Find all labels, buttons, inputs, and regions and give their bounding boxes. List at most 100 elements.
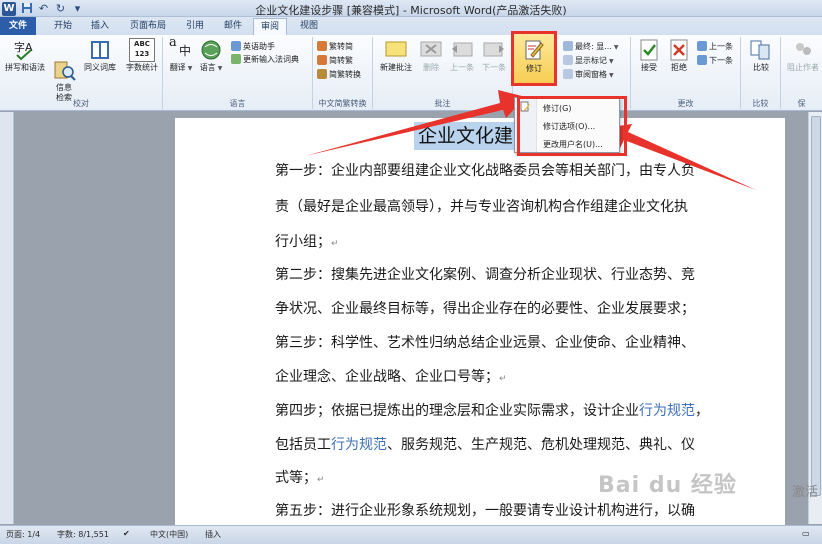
doc-paragraph[interactable]: 第二步：搜集先进企业文化案例、调查分析企业现状、行业态势、竞 [275, 264, 695, 284]
english-assistant-button[interactable]: 英语助手 [231, 41, 275, 53]
group-label-language: 语言 [229, 99, 246, 108]
next-change-icon [697, 55, 707, 65]
previous-comment-label: 上一条 [450, 63, 474, 72]
to-traditional-button[interactable]: 简转繁 [317, 55, 353, 67]
doc-paragraph[interactable]: 行小组；↵ [275, 231, 339, 251]
paragraph-mark: ↵ [499, 374, 507, 384]
delete-comment-label: 删除 [423, 63, 439, 72]
doc-paragraph[interactable]: 争状况、企业最终目标等，得出企业存在的必要性、企业发展要求； [275, 298, 695, 318]
language-button[interactable]: 语言 ▼ [197, 38, 225, 74]
to-simplified-button[interactable]: 繁转简 [317, 41, 353, 53]
thesaurus-label: 同义词库 [84, 63, 116, 72]
translate-button[interactable]: a 中 翻译 ▼ [167, 36, 195, 74]
reviewing-pane-button[interactable]: 审阅窗格 ▼ [563, 69, 614, 81]
activation-notice: 激活 [792, 485, 819, 500]
previous-comment-button[interactable]: 上一条 [447, 38, 477, 73]
thesaurus-button[interactable]: 同义词库 [80, 38, 120, 73]
group-label-comments: 批注 [434, 99, 451, 108]
window-title: 企业文化建设步骤 [兼容模式] - Microsoft Word(产品激活失败) [255, 4, 567, 17]
chevron-down-icon: ▼ [187, 65, 193, 72]
accept-button[interactable]: 接受 [635, 38, 663, 73]
tab-view[interactable]: 视图 [294, 18, 324, 35]
thesaurus-icon [88, 38, 112, 62]
accept-icon [637, 38, 661, 62]
doc-paragraph[interactable]: 责（最好是企业最高领导），并与专业咨询机构合作组建企业文化执 [275, 196, 688, 216]
group-language: a 中 翻译 ▼ 语言 ▼ 英语助手 更新输入法词典 语言 [163, 36, 313, 109]
doc-paragraph[interactable]: 企业理念、企业战略、企业口号等；↵ [275, 366, 507, 386]
reject-button[interactable]: 拒绝 [665, 38, 693, 73]
language-globe-icon [199, 38, 223, 62]
block-authors-label: 阻止作者 [787, 63, 819, 72]
status-page[interactable]: 页面: 1/4 [6, 529, 40, 540]
reject-label: 拒绝 [671, 63, 687, 72]
display-review-icon [563, 41, 573, 51]
convert-icon [317, 69, 327, 79]
status-word-count[interactable]: 字数: 8/1,551 [57, 529, 109, 540]
convert-button[interactable]: 简繁转换 [317, 69, 361, 81]
proofing-status-icon[interactable]: ✔ [123, 529, 130, 538]
group-chinese-conversion: 繁转简 简转繁 简繁转换 中文简繁转换 [313, 37, 373, 109]
status-insert-mode[interactable]: 插入 [205, 529, 221, 540]
annotation-box-menu [517, 96, 627, 156]
chevron-down-icon: ▼ [609, 58, 614, 65]
spelling-icon: 字A [13, 38, 37, 62]
group-label-protect: 保 [797, 99, 806, 108]
vertical-scrollbar[interactable] [808, 112, 822, 524]
chevron-down-icon: ▼ [613, 44, 619, 51]
underlined-term: 行为规范 [639, 403, 695, 419]
previous-change-button[interactable]: 上一条 [697, 41, 733, 53]
tab-insert[interactable]: 插入 [85, 18, 115, 35]
update-ime-icon [231, 54, 241, 64]
block-authors-button[interactable]: 阻止作者 [783, 38, 822, 73]
compare-label: 比较 [753, 63, 769, 72]
group-compare: 比较 比较 [741, 37, 781, 109]
group-label-compare: 比较 [752, 99, 769, 108]
scrollbar-thumb[interactable] [811, 116, 821, 496]
tab-references[interactable]: 引用 [180, 18, 210, 35]
compare-button[interactable]: 比较 [747, 38, 775, 73]
next-comment-button[interactable]: 下一条 [479, 38, 509, 73]
show-markup-button[interactable]: 显示标记 ▼ [563, 55, 614, 67]
group-comments: 新建批注 删除 上一条 下一条 批注 [373, 37, 513, 109]
ribbon: 字A 拼写和语法 信息 检索 同义词库 ABC 123 字数统计 校对 a 中 [0, 35, 822, 111]
doc-paragraph[interactable]: 第三步：科学性、艺术性归纳总结企业远景、企业使命、企业精神、 [275, 332, 695, 352]
tab-page-layout[interactable]: 页面布局 [125, 18, 171, 35]
word-count-button[interactable]: ABC 123 字数统计 [122, 38, 162, 73]
research-icon [52, 48, 76, 81]
baidu-watermark: Bai du 经验 [598, 473, 737, 498]
reject-icon [667, 38, 691, 62]
previous-comment-icon [450, 38, 474, 62]
group-label-conversion: 中文简繁转换 [318, 99, 367, 108]
doc-paragraph[interactable]: 式等；↵ [275, 467, 325, 487]
status-language[interactable]: 中文(中国) [150, 529, 188, 540]
group-label-changes: 更改 [677, 99, 694, 108]
research-button[interactable]: 信息 检索 [50, 38, 78, 103]
document-title[interactable]: 企业文化建 [414, 122, 518, 150]
block-authors-icon [791, 38, 815, 62]
show-markup-icon [563, 55, 573, 65]
simplified-icon [317, 41, 327, 51]
doc-paragraph[interactable]: 第四步；依据已提炼出的理念层和企业实际需求，设计企业行为规范， [275, 400, 709, 420]
display-for-review-select[interactable]: 最终: 显... ▼ [563, 41, 619, 53]
next-change-button[interactable]: 下一条 [697, 55, 733, 67]
chevron-down-icon: ▼ [609, 72, 614, 79]
group-proofing: 字A 拼写和语法 信息 检索 同义词库 ABC 123 字数统计 校对 [0, 37, 163, 109]
tab-mailings[interactable]: 邮件 [218, 18, 248, 35]
spelling-label: 拼写和语法 [5, 63, 45, 72]
delete-comment-button[interactable]: 删除 [417, 38, 445, 73]
update-ime-button[interactable]: 更新输入法词典 [231, 54, 299, 66]
status-bar: 页面: 1/4 字数: 8/1,551 ✔ 中文(中国) 插入 ▭ [0, 525, 822, 544]
doc-paragraph[interactable]: 第一步：企业内部要组建企业文化战略委员会等相关部门，由专人负 [275, 160, 695, 180]
doc-paragraph[interactable]: 包括员工行为规范、服务规范、生产规范、危机处理规范、典礼、仪 [275, 434, 695, 454]
tab-home[interactable]: 开始 [48, 18, 78, 35]
new-comment-button[interactable]: 新建批注 [379, 38, 413, 73]
vertical-ruler [0, 112, 14, 524]
tab-review[interactable]: 审阅 [253, 18, 287, 35]
spelling-button[interactable]: 字A 拼写和语法 [2, 38, 48, 73]
traditional-icon [317, 55, 327, 65]
accept-label: 接受 [641, 63, 657, 72]
paragraph-mark: ↵ [317, 475, 325, 485]
view-mode-icon[interactable]: ▭ [802, 529, 810, 538]
tab-file[interactable]: 文件 [0, 17, 36, 35]
doc-paragraph[interactable]: 第五步：进行企业形象系统规划，一般要请专业设计机构进行，以确 [275, 500, 695, 520]
